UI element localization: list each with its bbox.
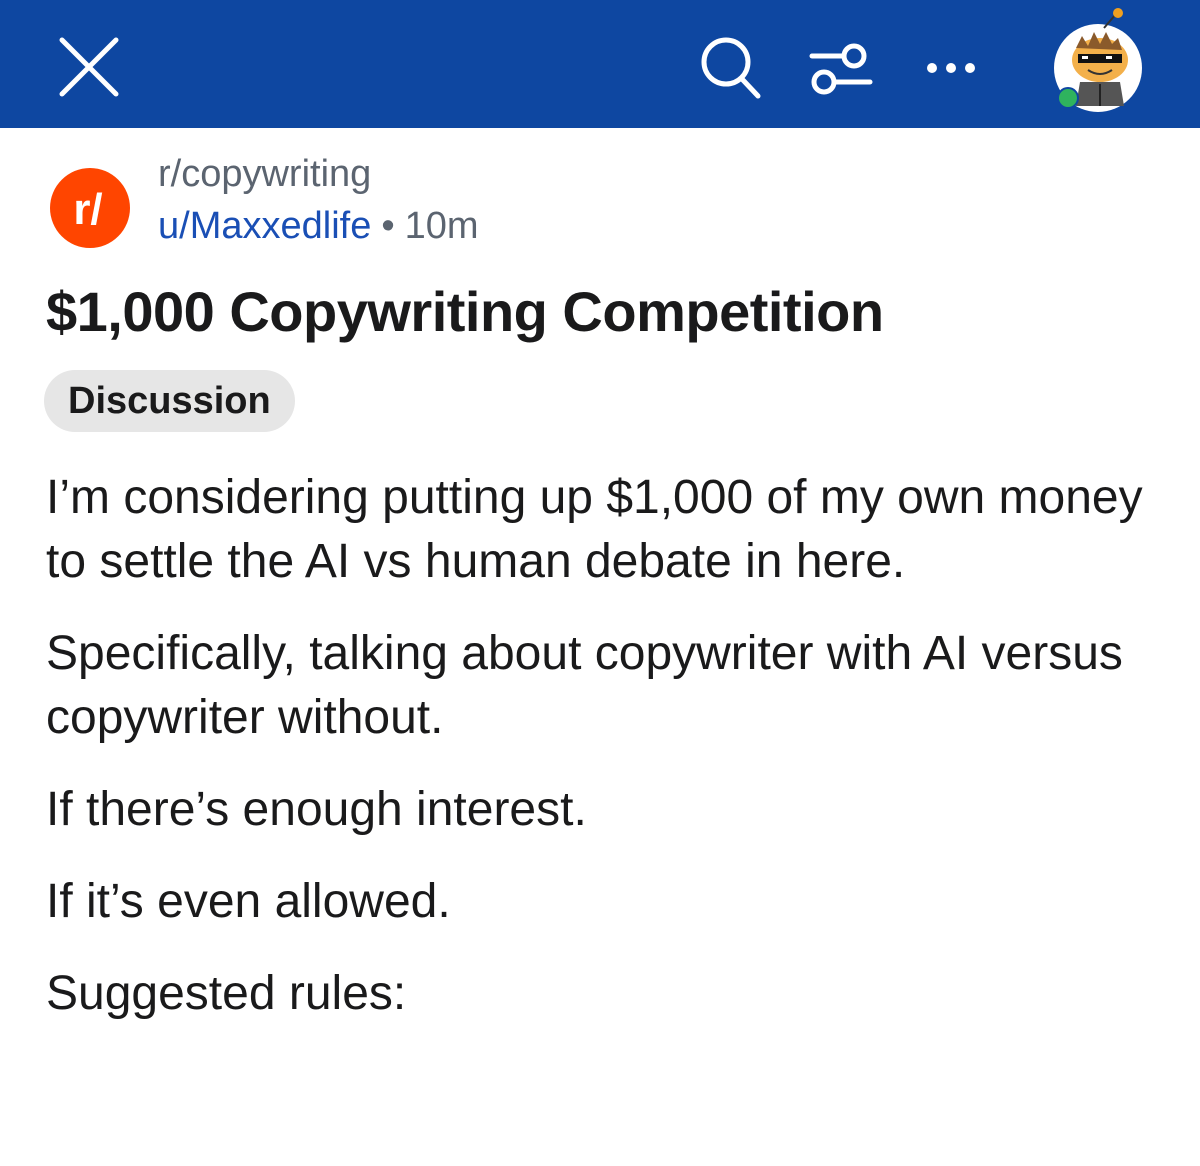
body-paragraph: Suggested rules:	[46, 967, 407, 1020]
post-meta: u/Maxxedlife • 10m	[158, 204, 479, 250]
subreddit-name[interactable]: r/copywriting	[158, 152, 371, 198]
body-paragraph: Specifically, talking about copywriter w…	[46, 627, 1123, 744]
search-button[interactable]	[696, 34, 766, 100]
snoo-avatar-icon	[1054, 8, 1142, 112]
body-paragraph: If there’s enough interest.	[46, 783, 587, 836]
more-horizontal-icon	[927, 63, 975, 73]
post-title: $1,000 Copywriting Competition	[46, 280, 884, 343]
meta-separator: •	[381, 205, 395, 247]
post-age: 10m	[404, 205, 479, 247]
filter-sliders-icon	[809, 43, 873, 95]
body-paragraph: If it’s even allowed.	[46, 875, 451, 928]
top-navigation-bar	[0, 0, 1200, 128]
body-paragraph: I’m considering putting up $1,000 of my …	[46, 471, 1143, 588]
close-icon	[59, 37, 119, 97]
post-body: I’m considering putting up $1,000 of my …	[46, 466, 1166, 1054]
subreddit-icon: r/	[50, 168, 130, 248]
subreddit-logo[interactable]: r/	[44, 168, 136, 248]
subreddit-icon-text: r/	[73, 185, 102, 234]
more-options-button[interactable]	[916, 34, 986, 100]
online-status-dot	[1057, 87, 1079, 109]
post-flair[interactable]: Discussion	[44, 370, 295, 432]
author-link[interactable]: u/Maxxedlife	[158, 205, 371, 247]
close-button[interactable]	[52, 34, 122, 100]
filter-button[interactable]	[806, 34, 876, 100]
search-icon	[701, 37, 761, 99]
post-content: r/ r/copywriting u/Maxxedlife • 10m $1,000…	[0, 128, 1200, 1166]
user-avatar[interactable]	[1046, 6, 1156, 116]
